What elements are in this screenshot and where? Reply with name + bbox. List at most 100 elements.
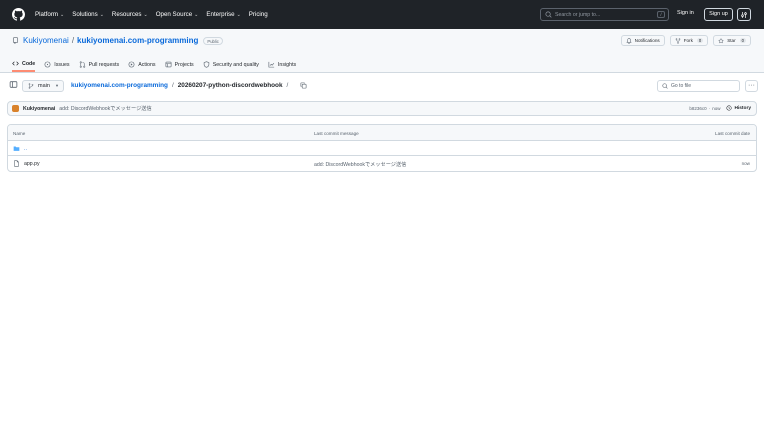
breadcrumb-separator: /	[171, 82, 174, 89]
commit-meta-separator: ·	[708, 105, 711, 111]
chevron-down-icon: ⌄	[236, 11, 241, 18]
breadcrumb-separator: /	[286, 82, 289, 89]
tab-actions[interactable]: Actions	[128, 57, 156, 72]
avatar[interactable]	[12, 105, 19, 112]
breadcrumb-root-link[interactable]: kukiyomenai.com-programming	[71, 82, 168, 89]
search-icon	[662, 83, 668, 89]
menu-button[interactable]	[737, 8, 751, 21]
file-tree-toggle-icon[interactable]	[9, 80, 18, 89]
breadcrumb: kukiyomenai.com-programming / 20260207-p…	[71, 82, 307, 89]
more-options-button[interactable]: ···	[745, 80, 758, 92]
bell-icon	[626, 37, 632, 44]
nav-label: Open Source	[155, 11, 193, 18]
shield-icon	[203, 61, 209, 68]
commit-author[interactable]: Kukiyomenai	[23, 106, 55, 112]
parent-directory-row[interactable]: ..	[8, 141, 756, 156]
chevron-down-icon: ▾	[55, 83, 59, 88]
star-button[interactable]: Star 0	[713, 35, 751, 46]
star-label: Star	[727, 38, 736, 43]
search-icon	[545, 11, 552, 18]
commit-time: now	[712, 105, 721, 111]
column-header-message: Last commit message	[314, 131, 359, 136]
table-row[interactable]: app.py add: DiscordWebhookでメッセージ送信 now	[8, 156, 756, 171]
history-button[interactable]: History	[726, 105, 751, 111]
file-commit-message[interactable]: add: DiscordWebhookでメッセージ送信	[314, 161, 406, 168]
tab-label: Issues	[54, 61, 70, 68]
history-icon	[726, 105, 732, 111]
file-name-link[interactable]: app.py	[24, 161, 40, 167]
nav-solutions[interactable]: Solutions ⌄	[72, 11, 104, 18]
github-logo-icon[interactable]	[12, 8, 25, 21]
sign-up-button[interactable]: Sign up	[704, 8, 733, 21]
visibility-badge: Public	[203, 36, 223, 45]
notifications-label: Notifications	[634, 38, 660, 43]
branch-name: main	[38, 83, 50, 89]
sign-in-link[interactable]: Sign in	[677, 10, 694, 16]
nav-open-source[interactable]: Open Source ⌄	[156, 11, 199, 18]
latest-commit-bar: Kukiyomenai add: DiscordWebhookでメッセージ送信 …	[7, 101, 757, 116]
chevron-down-icon: ⌄	[143, 11, 148, 18]
tab-label: Insights	[277, 61, 297, 68]
nav-pricing[interactable]: Pricing	[249, 11, 268, 18]
repo-actions: Notifications Fork 0 Star 0	[616, 35, 751, 46]
repo-header: Kukiyomenai / kukiyomenai.com-programmin…	[0, 29, 764, 73]
nav-resources[interactable]: Resources ⌄	[112, 11, 148, 18]
history-label: History	[734, 105, 751, 111]
star-icon	[718, 37, 724, 43]
nav-label: Resources	[111, 11, 142, 18]
tab-label: Security and quality	[212, 61, 259, 68]
fork-icon	[675, 37, 681, 44]
notifications-button[interactable]: Notifications	[620, 35, 665, 46]
tab-projects[interactable]: Projects	[165, 57, 194, 72]
nav-label: Enterprise	[206, 11, 235, 18]
branch-selector[interactable]: main ▾	[22, 80, 65, 92]
repo-tabs: Code Issues Pull requests Actions Projec…	[12, 57, 305, 73]
go-to-file-placeholder: Go to file	[671, 83, 692, 89]
file-table-header: Name Last commit message Last commit dat…	[8, 125, 756, 141]
fork-label: Fork	[683, 38, 693, 43]
tab-label: Code	[22, 60, 36, 67]
tab-insights[interactable]: Insights	[268, 57, 296, 72]
repo-name-link[interactable]: kukiyomenai.com-programming	[77, 36, 198, 45]
copy-path-icon[interactable]	[300, 82, 307, 89]
tab-issues[interactable]: Issues	[44, 57, 70, 72]
search-placeholder: Search or jump to...	[555, 11, 601, 18]
issue-icon	[44, 61, 51, 68]
table-icon	[165, 61, 171, 68]
commit-meta: b8236c0 · now History	[689, 105, 751, 111]
git-branch-icon	[28, 83, 34, 89]
path-bar: main ▾ kukiyomenai.com-programming / 202…	[0, 78, 764, 94]
tab-label: Actions	[138, 61, 156, 68]
repo-path-separator: /	[71, 36, 75, 45]
nav-label: Solutions	[72, 11, 98, 18]
chevron-down-icon: ⌄	[194, 11, 199, 18]
nav-platform[interactable]: Platform ⌄	[35, 11, 64, 18]
search-shortcut-key: /	[657, 11, 665, 18]
graph-icon	[268, 61, 275, 68]
repo-title: Kukiyomenai / kukiyomenai.com-programmin…	[12, 36, 223, 45]
commit-message[interactable]: add: DiscordWebhookでメッセージ送信	[59, 105, 151, 112]
repo-owner-link[interactable]: Kukiyomenai	[23, 36, 69, 45]
tab-security[interactable]: Security and quality	[203, 57, 259, 72]
go-to-file-input[interactable]: Go to file	[657, 80, 740, 92]
star-count: 0	[739, 38, 746, 43]
file-commit-date: now	[741, 161, 750, 166]
commit-hash[interactable]: b8236c0	[689, 106, 706, 111]
file-table: Name Last commit message Last commit dat…	[7, 124, 757, 172]
search-input[interactable]: Search or jump to... /	[540, 8, 669, 21]
sliders-icon	[741, 11, 747, 18]
folder-icon	[13, 146, 20, 151]
file-icon	[14, 160, 19, 167]
parent-directory-link[interactable]: ..	[24, 146, 27, 152]
play-icon	[128, 61, 135, 68]
chevron-down-icon: ⌄	[60, 11, 65, 18]
column-header-name: Name	[13, 131, 26, 136]
chevron-down-icon: ⌄	[99, 11, 104, 18]
tab-pull-requests[interactable]: Pull requests	[79, 57, 119, 72]
tab-code[interactable]: Code	[12, 57, 36, 72]
nav-label: Pricing	[248, 11, 268, 18]
nav-enterprise[interactable]: Enterprise ⌄	[206, 11, 240, 18]
pull-request-icon	[79, 61, 85, 68]
global-header: Platform ⌄ Solutions ⌄ Resources ⌄ Open Sou…	[0, 0, 764, 29]
fork-button[interactable]: Fork 0	[669, 35, 709, 46]
